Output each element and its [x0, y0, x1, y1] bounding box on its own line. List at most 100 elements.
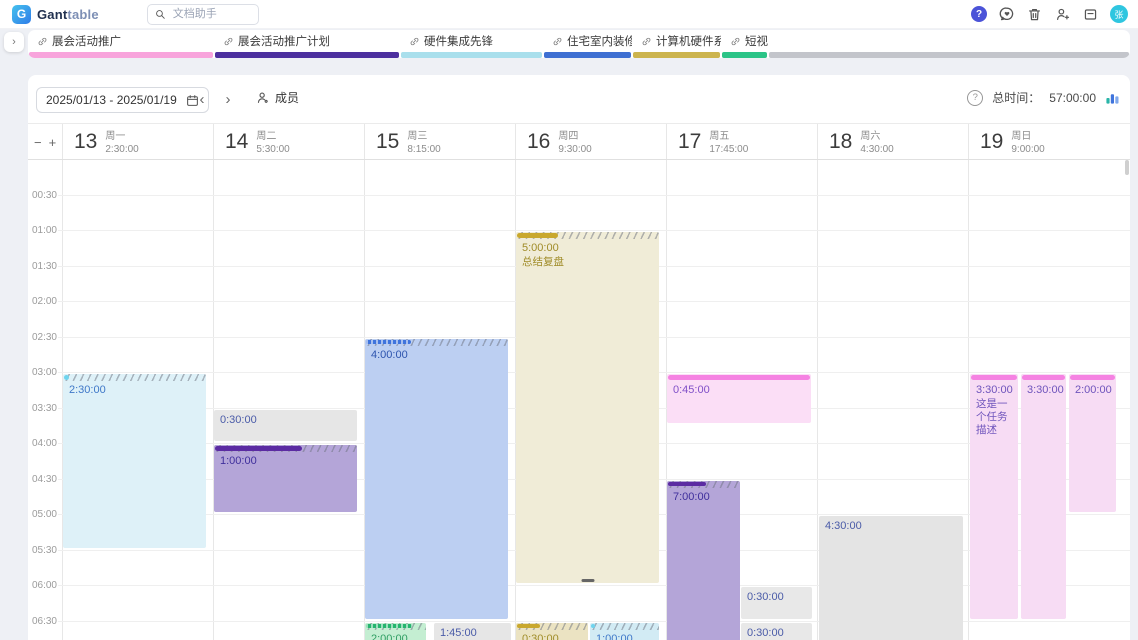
event-hatch-pattern — [590, 623, 659, 630]
calendar-event[interactable]: 2:00:00 — [365, 623, 426, 640]
day-number: 14 — [225, 129, 248, 159]
next-week-button[interactable]: › — [218, 89, 238, 109]
user-avatar[interactable]: 张 — [1110, 5, 1128, 23]
trash-icon[interactable] — [1026, 6, 1043, 23]
event-progress-bar — [1022, 375, 1065, 380]
zoom-in-button[interactable]: + — [49, 135, 57, 150]
tab-color-bar — [544, 52, 631, 58]
event-resize-handle[interactable] — [581, 579, 594, 582]
day-weekday: 周二 — [256, 131, 289, 144]
stats-chart-icon[interactable] — [1105, 90, 1120, 105]
tab-1[interactable]: 展会活动推广 — [28, 30, 214, 58]
tab-4[interactable]: 住宅室内装修... — [543, 30, 632, 58]
tab-color-bar — [633, 52, 720, 58]
calendar-event[interactable]: 3:30:00 — [1021, 374, 1066, 619]
top-app-bar: G Ganttable ? 张 — [0, 0, 1138, 29]
day-weekday: 周五 — [709, 131, 748, 144]
panel-icon[interactable] — [1082, 6, 1099, 23]
day-total-duration: 17:45:00 — [709, 144, 748, 157]
tab-filler-bar — [769, 52, 1129, 58]
event-progress-track — [516, 232, 659, 239]
calendar-event[interactable]: 5:00:00总结复盘 — [516, 232, 659, 583]
members-label: 成员 — [275, 89, 299, 106]
time-label-01:00: 01:00 — [28, 225, 57, 236]
search-icon — [155, 9, 166, 20]
calendar-event[interactable]: 7:00:00 — [667, 481, 740, 640]
members-button[interactable]: 成员 — [256, 89, 299, 106]
grid-line-00:30 — [58, 195, 1130, 196]
event-progress-bar — [517, 624, 540, 629]
day-weekday: 周三 — [407, 131, 440, 144]
event-duration-label: 1:45:00 — [440, 627, 507, 639]
day-header-14: 14周二5:30:00 — [214, 124, 364, 159]
search-input[interactable] — [171, 7, 245, 21]
tab-label: 计算机硬件系... — [656, 33, 721, 49]
link-icon — [641, 36, 652, 47]
day-header-17: 17周五17:45:00 — [667, 124, 817, 159]
member-icon — [256, 91, 270, 105]
tab-2[interactable]: 展会活动推广计划 — [214, 30, 400, 58]
calendar-event[interactable]: 1:45:00 — [434, 623, 511, 640]
date-range-picker[interactable]: 2025/01/13 - 2025/01/19 — [36, 87, 209, 113]
tab-label: 短视... — [745, 33, 768, 49]
zoom-out-button[interactable]: − — [34, 135, 42, 150]
event-duration-label: 2:00:00 — [1075, 384, 1112, 396]
invite-member-icon[interactable] — [1054, 6, 1071, 23]
calendar-event[interactable]: 0:30:00 — [516, 623, 588, 640]
event-duration-label: 7:00:00 — [673, 491, 736, 503]
tab-label: 硬件集成先锋 — [424, 33, 493, 49]
tab-color-bar — [722, 52, 767, 58]
day-number: 13 — [74, 129, 97, 159]
calendar-event[interactable]: 4:30:00 — [819, 516, 963, 640]
project-tab-strip: 展会活动推广 展会活动推广计划 硬件集成先锋 住宅室内装修... 计算机硬件系... 短视… — [28, 30, 1130, 58]
event-duration-label: 4:30:00 — [825, 520, 959, 532]
tab-6[interactable]: 短视... — [721, 30, 768, 58]
column-divider — [817, 124, 818, 640]
feedback-icon[interactable] — [998, 6, 1015, 23]
sidebar-expand-button[interactable]: › — [4, 32, 24, 52]
time-label-02:00: 02:00 — [28, 296, 57, 307]
tab-5[interactable]: 计算机硬件系... — [632, 30, 721, 58]
calendar-event[interactable]: 1:00:00 — [590, 623, 659, 640]
calendar-event[interactable]: 1:00:00 — [214, 445, 357, 512]
day-number: 19 — [980, 129, 1003, 159]
event-progress-bar — [366, 340, 411, 345]
day-total-duration: 9:30:00 — [558, 144, 591, 157]
prev-week-button[interactable]: ‹ — [192, 89, 212, 109]
time-label-06:30: 06:30 — [28, 616, 57, 627]
event-hatch-pattern — [63, 374, 206, 381]
total-time-help-icon[interactable]: ? — [967, 90, 983, 106]
event-duration-label: 0:30:00 — [522, 633, 584, 640]
time-label-06:00: 06:00 — [28, 580, 57, 591]
event-progress-track — [365, 623, 426, 630]
total-time-label: 总时间： — [992, 89, 1040, 106]
calendar-event[interactable]: 3:30:00这是一个任务描述 — [970, 374, 1018, 619]
tab-label: 展会活动推广计划 — [238, 33, 330, 49]
calendar-event[interactable]: 2:00:00 — [1069, 374, 1116, 512]
event-progress-track — [214, 445, 357, 452]
day-number: 16 — [527, 129, 550, 159]
calendar-event[interactable]: 2:30:00 — [63, 374, 206, 548]
tab-3[interactable]: 硬件集成先锋 — [400, 30, 543, 58]
help-icon[interactable]: ? — [971, 6, 987, 22]
link-icon — [223, 36, 234, 47]
event-description: 这是一个任务描述 — [976, 398, 1015, 437]
event-progress-bar — [971, 375, 1017, 380]
event-progress-track — [365, 339, 508, 346]
day-weekday: 周四 — [558, 131, 591, 144]
event-duration-label: 0:45:00 — [673, 384, 807, 396]
calendar-event[interactable]: 0:30:00 — [741, 587, 812, 619]
calendar-event[interactable]: 4:00:00 — [365, 339, 508, 619]
calendar-event[interactable]: 0:30:00 — [214, 410, 357, 442]
event-description: 总结复盘 — [522, 256, 656, 269]
vertical-scrollbar[interactable] — [1125, 160, 1129, 175]
app-logo[interactable]: G Ganttable — [12, 5, 99, 24]
day-total-duration: 9:00:00 — [1011, 144, 1044, 157]
calendar-event[interactable]: 0:30:00 — [741, 623, 812, 640]
event-duration-label: 0:30:00 — [747, 627, 808, 639]
date-range-value: 2025/01/13 - 2025/01/19 — [46, 93, 177, 107]
calendar-event[interactable]: 0:45:00 — [667, 374, 811, 423]
global-search[interactable] — [147, 4, 259, 25]
day-header-16: 16 周四9:30:00 — [516, 124, 666, 159]
day-header-18: 18周六4:30:00 — [818, 124, 968, 159]
